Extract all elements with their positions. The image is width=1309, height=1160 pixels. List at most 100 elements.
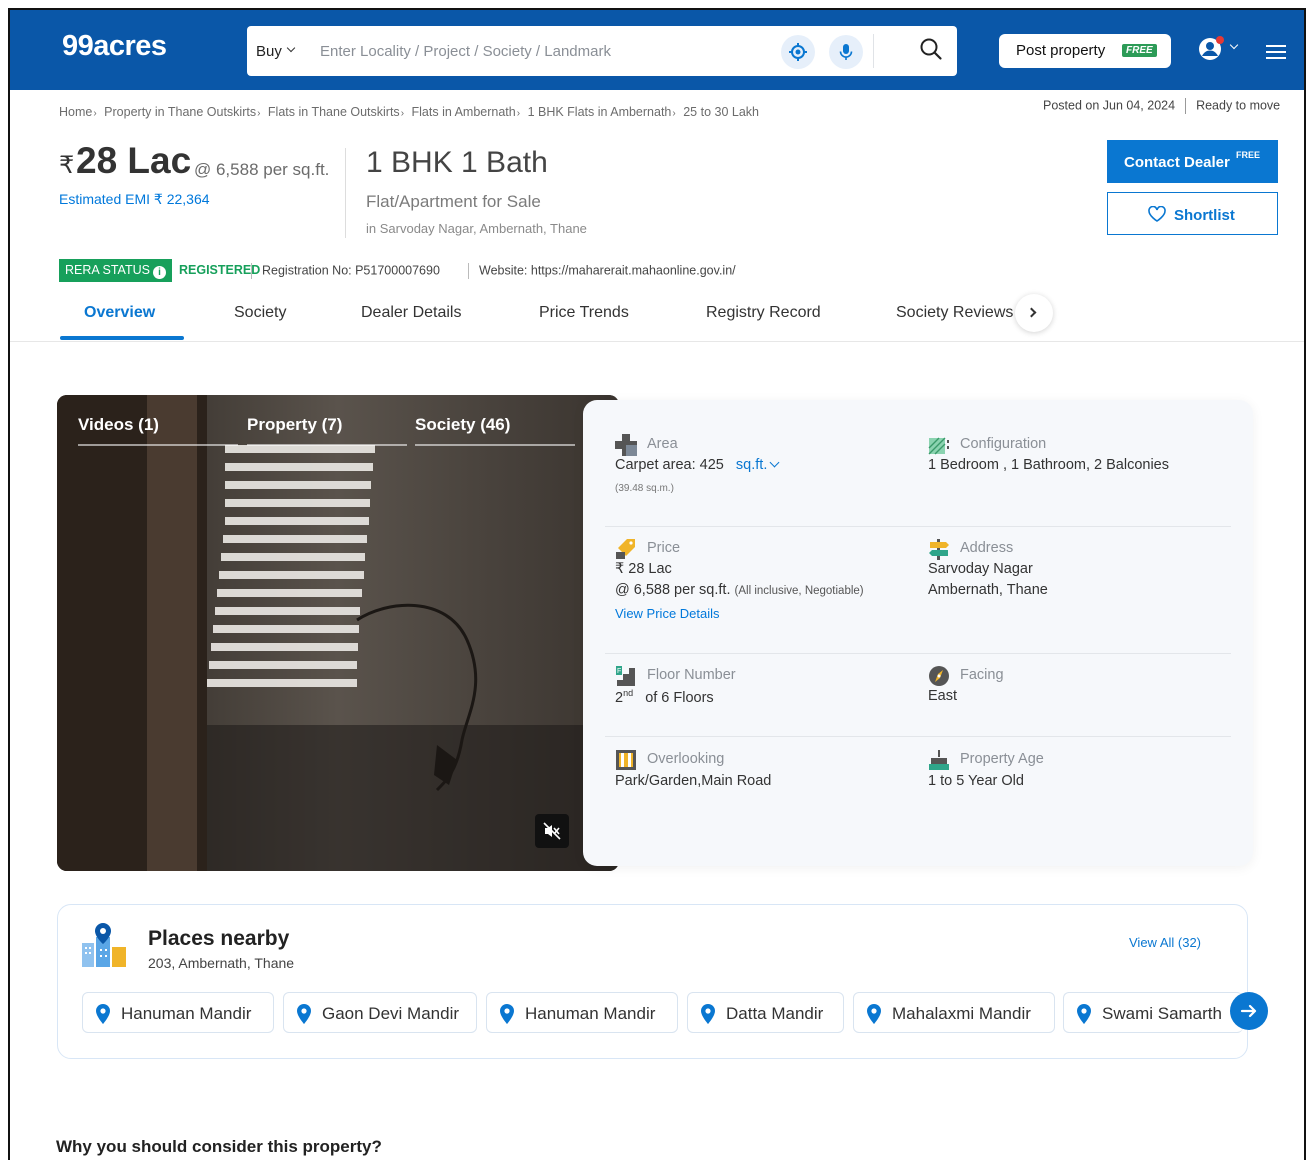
media-gallery[interactable]: Videos (1) Property (7) Society (46) (57, 395, 619, 871)
media-tab-underline (415, 444, 575, 446)
media-tab-underline (78, 444, 238, 446)
floor-number: 2 (615, 689, 624, 706)
facing-value: East (928, 688, 958, 704)
place-chip[interactable]: Datta Mandir (687, 992, 844, 1033)
property-age-label: Property Age (960, 751, 1044, 767)
divider (345, 148, 346, 238)
address-label: Address (960, 540, 1014, 556)
user-account-icon[interactable] (1197, 35, 1227, 63)
posted-date: Posted on Jun 04, 2024 (1043, 98, 1176, 113)
rera-registered: REGISTERED (179, 263, 261, 277)
breadcrumb-item[interactable]: Home (59, 105, 92, 119)
active-tab-indicator (60, 336, 184, 340)
area-value-text: Carpet area: 425 (615, 457, 724, 473)
breadcrumb-item[interactable]: 1 BHK Flats in Ambernath (528, 105, 672, 119)
overlooking-item: Overlooking Park/Garden,Main Road (615, 749, 905, 799)
area-label: Area (647, 436, 678, 452)
city-map-pin-icon (82, 923, 126, 967)
contact-dealer-label: Contact Dealer (1124, 154, 1230, 171)
places-nearby-address: 203, Ambernath, Thane (148, 955, 295, 971)
breadcrumb-item[interactable]: Property in Thane Outskirts (104, 105, 256, 119)
place-name: Swami Samarth (1102, 1004, 1222, 1023)
breadcrumb: Home› Property in Thane Outskirts› Flats… (59, 105, 759, 119)
tab-price-trends[interactable]: Price Trends (539, 304, 629, 322)
tab-overview[interactable]: Overview (84, 304, 155, 322)
arrow-right-icon (1240, 1004, 1257, 1018)
place-chip[interactable]: Gaon Devi Mandir (283, 992, 477, 1033)
breadcrumb-item[interactable]: Flats in Ambernath (412, 105, 516, 119)
place-chip[interactable]: Swami Samarth (1063, 992, 1243, 1033)
page: 99acres Buy Enter Locality / Project / S… (8, 8, 1306, 1160)
place-chip[interactable]: Hanuman Mandir (486, 992, 678, 1033)
emi-link[interactable]: Estimated EMI ₹ 22,364 (59, 191, 210, 208)
address-item: Address Sarvoday Nagar Ambernath, Thane (928, 538, 1228, 608)
area-unit-dropdown[interactable]: sq.ft. (736, 457, 767, 473)
contact-dealer-button[interactable]: Contact Dealer FREE (1107, 140, 1278, 183)
tab-society[interactable]: Society (234, 304, 286, 322)
svg-text:F: F (617, 668, 621, 675)
tabs-next-button[interactable] (1015, 294, 1053, 332)
info-icon[interactable]: i (152, 266, 166, 279)
tab-registry-record[interactable]: Registry Record (706, 304, 821, 322)
place-chip[interactable]: Hanuman Mandir (82, 992, 274, 1033)
shortlist-button[interactable]: Shortlist (1107, 192, 1278, 235)
chevron-right-icon (1026, 307, 1037, 318)
media-tab-property[interactable]: Property (7) (247, 415, 342, 435)
place-name: Hanuman Mandir (121, 1004, 252, 1023)
post-property-button[interactable]: Post property FREE (999, 34, 1171, 68)
places-next-button[interactable] (1230, 992, 1268, 1030)
rera-status-label: RERA STATUS (65, 263, 150, 277)
locate-me-button[interactable] (781, 35, 815, 69)
map-pin-icon (701, 1004, 715, 1024)
post-property-label: Post property (1016, 42, 1106, 59)
tab-society-reviews[interactable]: Society Reviews (896, 304, 1013, 322)
property-location: in Sarvoday Nagar, Ambernath, Thane (366, 221, 587, 236)
breadcrumb-item[interactable]: Flats in Thane Outskirts (268, 105, 400, 119)
logo[interactable]: 99acres (62, 30, 167, 63)
top-nav: 99acres Buy Enter Locality / Project / S… (10, 10, 1304, 90)
property-age-value: 1 to 5 Year Old (928, 773, 1024, 789)
price-label: Price (647, 540, 681, 556)
media-tab-underline (247, 444, 407, 446)
buy-dropdown[interactable]: Buy (256, 43, 282, 60)
view-all-link[interactable]: View All (32) (1129, 935, 1201, 950)
compass-icon (929, 666, 949, 686)
property-details-card: Area Carpet area: 425 sq.ft. (39.48 sq.m… (583, 400, 1253, 866)
place-chip[interactable]: Mahalaxmi Mandir (853, 992, 1055, 1033)
divider (605, 736, 1231, 737)
search-icon[interactable] (919, 37, 943, 61)
price-item: Price ₹ 28 Lac @ 6,588 per sq.ft. (All i… (615, 538, 915, 633)
media-tab-videos[interactable]: Videos (1) (78, 415, 159, 435)
window-view-icon (616, 750, 636, 770)
area-value: Carpet area: 425 sq.ft. (615, 457, 780, 473)
mute-toggle-button[interactable] (535, 814, 569, 848)
microphone-icon (839, 44, 853, 60)
breadcrumb-item[interactable]: 25 to 30 Lakh (683, 105, 759, 119)
price-per-sqft: @ 6,588 per sq.ft. (194, 160, 330, 179)
price-note: (All inclusive, Negotiable) (734, 585, 864, 597)
places-nearby-section: Places nearby 203, Ambernath, Thane View… (57, 904, 1268, 1059)
property-title: 1 BHK 1 Bath (366, 146, 548, 179)
view-price-details-link[interactable]: View Price Details (615, 606, 720, 621)
map-pin-icon (96, 1004, 110, 1024)
media-tab-society[interactable]: Society (46) (415, 415, 510, 435)
facing-label: Facing (960, 667, 1004, 683)
search-input[interactable]: Enter Locality / Project / Society / Lan… (320, 43, 611, 60)
rera-website-text[interactable]: Website: https://maharerait.mahaonline.g… (479, 263, 736, 277)
facing-item: Facing East (928, 665, 1218, 715)
property-subtitle: Flat/Apartment for Sale (366, 192, 541, 211)
place-name: Hanuman Mandir (525, 1004, 656, 1023)
configuration-item: Configuration 1 Bedroom , 1 Bathroom, 2 … (928, 434, 1228, 484)
voice-search-button[interactable] (829, 35, 863, 69)
hamburger-menu-icon[interactable] (1266, 45, 1286, 63)
divider (605, 653, 1231, 654)
tab-dealer-details[interactable]: Dealer Details (361, 304, 461, 322)
address-line-1: Sarvoday Nagar (928, 561, 1033, 577)
listing-meta: Posted on Jun 04, 2024 Ready to move (1043, 98, 1280, 114)
possession-status: Ready to move (1196, 98, 1281, 113)
place-name: Mahalaxmi Mandir (892, 1004, 1031, 1023)
rera-website: Website: https://maharerait.mahaonline.g… (468, 263, 736, 279)
chevron-down-icon[interactable] (1229, 40, 1239, 50)
chevron-down-icon[interactable] (286, 43, 296, 53)
configuration-label: Configuration (960, 436, 1047, 452)
